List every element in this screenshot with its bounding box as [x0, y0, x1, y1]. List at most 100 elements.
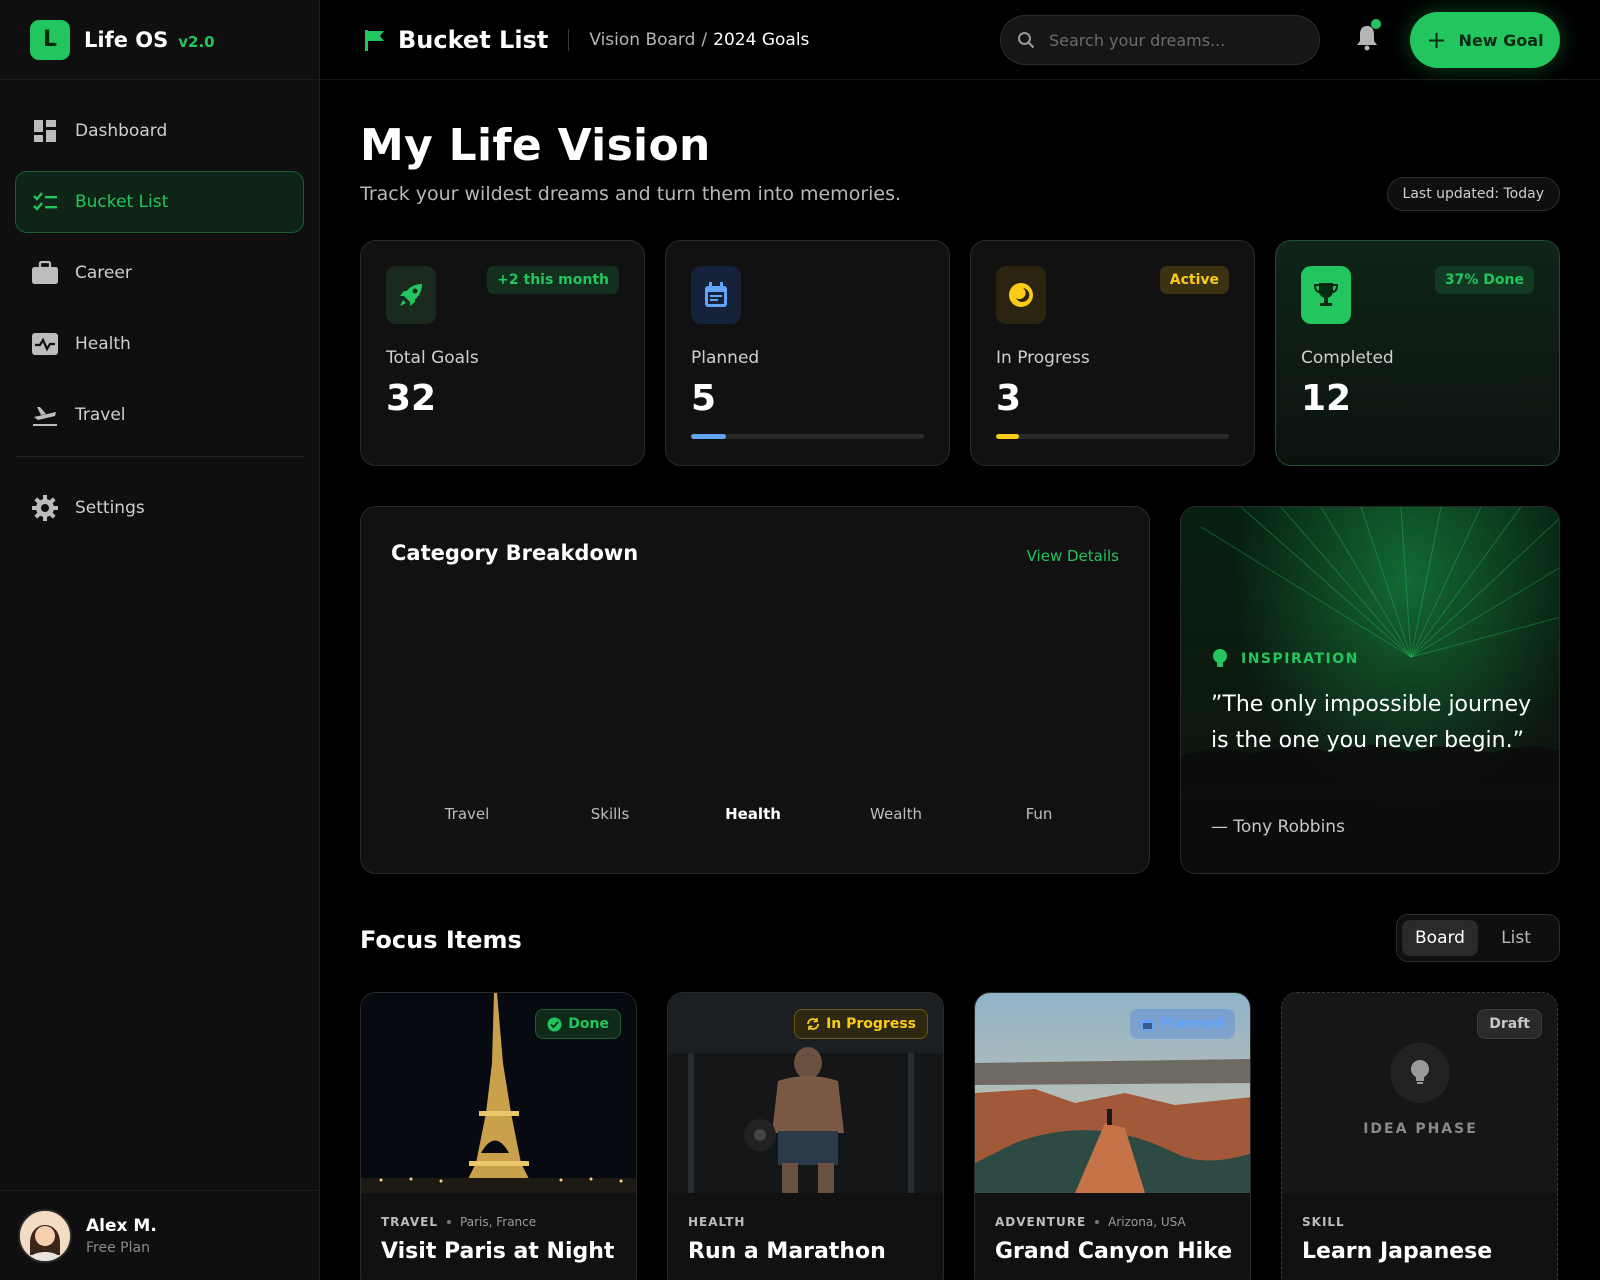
- idea-placeholder: IDEA PHASE Draft: [1282, 993, 1557, 1193]
- item-category: ADVENTURE: [995, 1215, 1087, 1229]
- sync-icon: [807, 1018, 819, 1030]
- status-badge-label: In Progress: [826, 1016, 916, 1032]
- heart-pulse-icon: [32, 331, 58, 357]
- item-location: Arizona, USA: [1108, 1215, 1186, 1229]
- category-breakdown-card: Category Breakdown View Details Travel Sk…: [360, 506, 1150, 874]
- progress-fill: [691, 434, 726, 439]
- status-badge-label: Planned: [1160, 1016, 1224, 1032]
- sidebar-item-label: Settings: [75, 498, 145, 518]
- stat-badge: +2 this month: [487, 266, 619, 294]
- sidebar-item-dashboard[interactable]: Dashboard: [15, 100, 304, 162]
- brand-name: Life OS: [84, 27, 169, 52]
- category-label-fun[interactable]: Fun: [1026, 805, 1053, 823]
- breadcrumb-2024-goals[interactable]: 2024 Goals: [713, 30, 809, 50]
- quote-text: ”The only impossible journey is the one …: [1211, 692, 1532, 753]
- progress-bar: [996, 434, 1229, 439]
- calendar-icon: [1141, 1019, 1154, 1030]
- sidebar-item-label: Dashboard: [75, 121, 168, 141]
- progress-bar: [691, 434, 924, 439]
- progress-fill: [996, 434, 1020, 439]
- paris-image: Done: [361, 993, 636, 1193]
- item-title: Learn Japanese: [1302, 1239, 1493, 1264]
- grand-canyon-image: Planned: [975, 993, 1250, 1193]
- grid-icon: [32, 118, 58, 144]
- stat-card-in-progress[interactable]: Active In Progress 3: [970, 240, 1255, 466]
- hero-title: My Life Vision: [360, 120, 711, 171]
- sidebar: L Life OS v2.0 Dashboard Bucket List Car…: [0, 0, 320, 1280]
- calendar-icon: [691, 266, 741, 324]
- quote-author: — Tony Robbins: [1211, 817, 1345, 837]
- view-toggle: Board List: [1396, 914, 1560, 962]
- plus-icon: +: [1426, 26, 1447, 54]
- stat-label: Total Goals: [386, 348, 479, 368]
- status-badge: In Progress: [794, 1009, 928, 1039]
- lightbulb-icon: [1390, 1043, 1450, 1103]
- brand-version: v2.0: [178, 32, 215, 51]
- sidebar-item-bucket-list[interactable]: Bucket List: [15, 171, 304, 233]
- breadcrumb-vision-board[interactable]: Vision Board: [589, 30, 695, 50]
- hero-subtitle: Track your wildest dreams and turn them …: [360, 183, 902, 205]
- stat-badge: Active: [1159, 266, 1229, 294]
- view-board-button[interactable]: Board: [1402, 920, 1478, 956]
- stat-label: In Progress: [996, 348, 1090, 368]
- focus-card-learn-japanese[interactable]: IDEA PHASE Draft SKILL Learn Japanese: [1281, 992, 1558, 1280]
- focus-items-grid: Done TRAVEL Paris, France Visit Paris at…: [360, 992, 1560, 1280]
- new-goal-label: New Goal: [1458, 30, 1544, 50]
- stat-value: 5: [691, 378, 717, 419]
- avatar: [18, 1208, 72, 1263]
- check-circle-icon: [547, 1017, 562, 1031]
- inspiration-card: INSPIRATION ”The only impossible journey…: [1180, 506, 1560, 874]
- meta-dot: [1095, 1220, 1100, 1224]
- search-icon: [1018, 32, 1035, 49]
- stat-card-planned[interactable]: Planned 5: [665, 240, 950, 466]
- focus-card-marathon[interactable]: In Progress HEALTH Run a Marathon: [667, 992, 944, 1280]
- stat-label: Planned: [691, 348, 760, 368]
- stat-value: 12: [1301, 378, 1352, 419]
- focus-card-grand-canyon[interactable]: Planned ADVENTURE Arizona, USA Grand Can…: [974, 992, 1251, 1280]
- item-meta: TRAVEL Paris, France: [381, 1215, 536, 1229]
- item-title: Visit Paris at Night: [381, 1239, 615, 1264]
- focus-card-paris[interactable]: Done TRAVEL Paris, France Visit Paris at…: [360, 992, 637, 1280]
- item-category: SKILL: [1302, 1215, 1345, 1229]
- breadcrumb-separator: /: [701, 29, 708, 50]
- inspiration-tag: INSPIRATION: [1211, 649, 1359, 669]
- nav-divider: [15, 456, 304, 457]
- item-meta: SKILL: [1302, 1215, 1345, 1229]
- category-label-wealth[interactable]: Wealth: [870, 805, 922, 823]
- user-profile[interactable]: Alex M. Free Plan: [0, 1190, 320, 1280]
- sidebar-item-label: Health: [75, 334, 131, 354]
- sidebar-item-health[interactable]: Health: [15, 313, 304, 375]
- category-label-health[interactable]: Health: [725, 805, 781, 823]
- item-title: Grand Canyon Hike: [995, 1239, 1233, 1264]
- sidebar-item-travel[interactable]: Travel: [15, 384, 304, 446]
- stats-row: +2 this month Total Goals 32 Planned 5 A…: [360, 240, 1560, 466]
- page-title: Bucket List: [398, 25, 549, 54]
- main-content: My Life Vision Track your wildest dreams…: [360, 80, 1560, 1280]
- stat-card-total-goals[interactable]: +2 this month Total Goals 32: [360, 240, 645, 466]
- category-label-skills[interactable]: Skills: [591, 805, 630, 823]
- meta-dot: [447, 1220, 452, 1224]
- last-updated-badge: Last updated: Today: [1386, 177, 1560, 211]
- stat-badge: 37% Done: [1434, 266, 1534, 294]
- trophy-icon: [1301, 266, 1351, 324]
- status-badge-label: Done: [568, 1016, 609, 1032]
- briefcase-icon: [32, 260, 58, 286]
- sidebar-item-career[interactable]: Career: [15, 242, 304, 304]
- stat-card-completed[interactable]: 37% Done Completed 12: [1275, 240, 1560, 466]
- brand[interactable]: L Life OS v2.0: [0, 0, 319, 80]
- top-header: Bucket List Vision Board / 2024 Goals + …: [320, 0, 1600, 80]
- header-divider: [568, 28, 570, 51]
- view-list-button[interactable]: List: [1478, 920, 1554, 956]
- marathon-image: In Progress: [668, 993, 943, 1193]
- item-category: TRAVEL: [381, 1215, 439, 1229]
- category-label-travel[interactable]: Travel: [445, 805, 490, 823]
- view-details-link[interactable]: View Details: [1027, 547, 1119, 565]
- plane-icon: [32, 402, 58, 428]
- search-input[interactable]: [1049, 30, 1289, 50]
- sidebar-item-settings[interactable]: Settings: [15, 477, 304, 539]
- search-box[interactable]: [1000, 15, 1320, 65]
- new-goal-button[interactable]: + New Goal: [1410, 12, 1560, 68]
- idea-phase-label: IDEA PHASE: [1363, 1121, 1478, 1137]
- item-location: Paris, France: [460, 1215, 537, 1229]
- status-badge: Done: [535, 1009, 621, 1039]
